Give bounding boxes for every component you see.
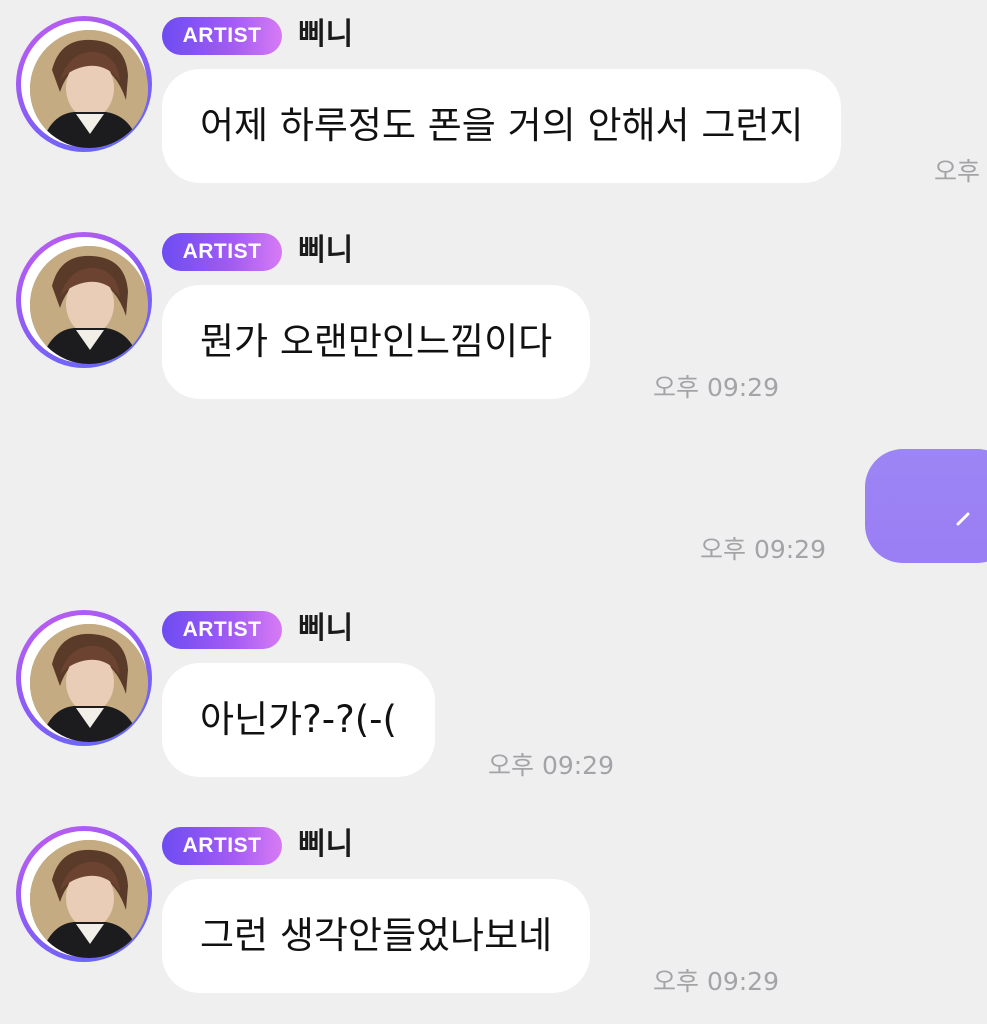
artist-badge: ARTIST bbox=[162, 611, 282, 649]
sent-message-bubble[interactable] bbox=[865, 449, 987, 563]
sender-name: 삐니 bbox=[298, 233, 354, 268]
artist-badge: ARTIST bbox=[162, 17, 282, 55]
sender-name: 삐니 bbox=[298, 611, 354, 646]
artist-avatar[interactable] bbox=[16, 16, 152, 152]
sender-name: 삐니 bbox=[298, 17, 354, 52]
message-time: 오후 bbox=[934, 157, 981, 186]
avatar-photo bbox=[30, 624, 148, 742]
avatar-photo bbox=[30, 30, 148, 148]
artist-avatar[interactable] bbox=[16, 610, 152, 746]
message-time: 오후 09:29 bbox=[653, 967, 779, 996]
message-time: 오후 09:29 bbox=[700, 535, 826, 564]
message-time: 오후 09:29 bbox=[653, 373, 779, 402]
artist-badge: ARTIST bbox=[162, 233, 282, 271]
artist-avatar[interactable] bbox=[16, 232, 152, 368]
message-bubble[interactable]: 어제 하루정도 폰을 거의 안해서 그런지 bbox=[162, 69, 842, 183]
avatar-photo bbox=[30, 246, 148, 364]
artist-badge: ARTIST bbox=[162, 827, 282, 865]
message-bubble[interactable]: 뭔가 오랜만인느낌이다 bbox=[162, 285, 591, 399]
sender-name: 삐니 bbox=[298, 827, 354, 862]
sent-indicator-icon bbox=[956, 512, 970, 526]
message-bubble[interactable]: 아닌가?-?(-( bbox=[162, 663, 435, 777]
message-bubble[interactable]: 그런 생각안들었나보네 bbox=[162, 879, 591, 993]
avatar-photo bbox=[30, 840, 148, 958]
artist-avatar[interactable] bbox=[16, 826, 152, 962]
message-time: 오후 09:29 bbox=[488, 751, 614, 780]
